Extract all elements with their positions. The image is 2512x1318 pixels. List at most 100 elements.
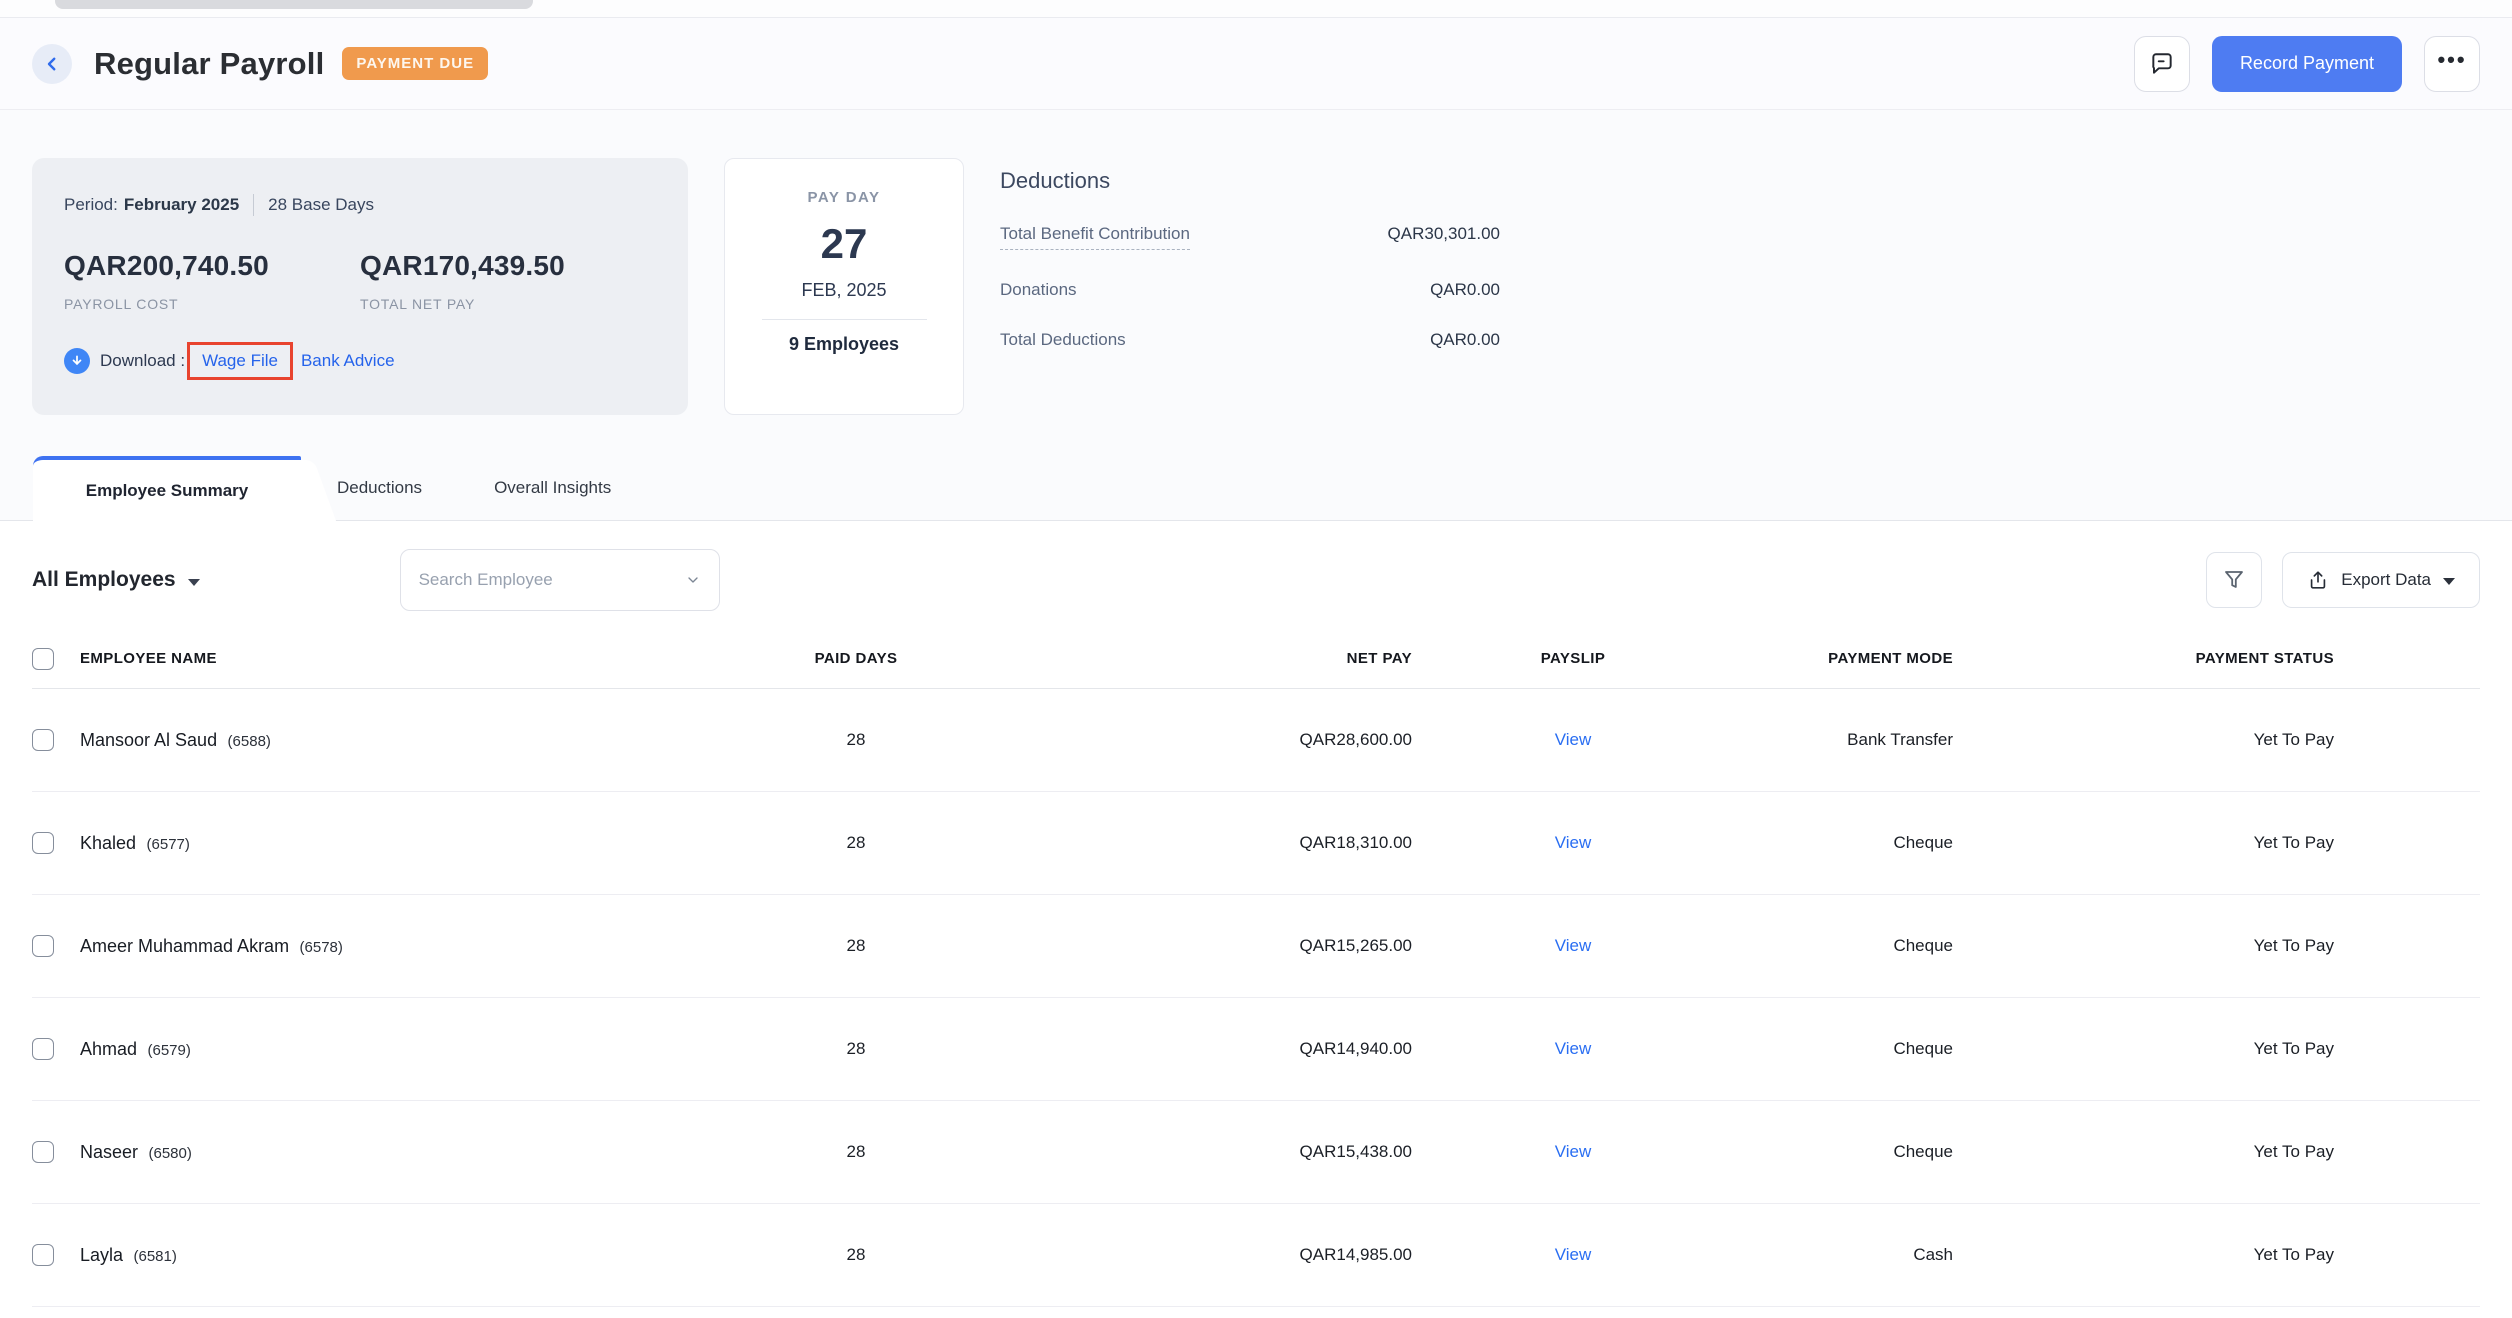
funnel-icon [2222, 568, 2246, 592]
employee-name: Mansoor Al Saud [80, 730, 217, 750]
payment-mode-cell: Cheque [1734, 1142, 1953, 1162]
more-options-button[interactable]: ••• [2424, 36, 2480, 92]
export-data-button[interactable]: Export Data [2282, 552, 2480, 608]
deductions-panel: Deductions Total Benefit Contribution QA… [1000, 158, 1500, 350]
tab-overall-insights[interactable]: Overall Insights [458, 455, 647, 520]
table-body: Mansoor Al Saud (6588) 28 QAR28,600.00 V… [32, 689, 2480, 1307]
payday-label: PAY DAY [807, 189, 880, 206]
total-net-pay-value: QAR170,439.50 [360, 250, 656, 282]
export-label: Export Data [2341, 570, 2431, 590]
period-line: Period: February 2025 28 Base Days [64, 194, 656, 216]
payment-status-cell: Yet To Pay [1953, 833, 2334, 853]
view-payslip-link[interactable]: View [1555, 936, 1592, 955]
paid-days-cell: 28 [756, 1039, 956, 1059]
employee-count: 9 Employees [789, 334, 899, 355]
bank-advice-link[interactable]: Bank Advice [301, 351, 395, 371]
back-button[interactable] [32, 44, 72, 84]
payroll-cost-value: QAR200,740.50 [64, 250, 360, 282]
table-controls: All Employees Export Data [32, 549, 2480, 611]
table-row: Khaled (6577) 28 QAR18,310.00 View Chequ… [32, 792, 2480, 895]
caret-down-icon [2443, 578, 2455, 585]
payroll-cost-block: QAR200,740.50 PAYROLL COST [64, 250, 360, 312]
tab-employee-summary[interactable]: Employee Summary [33, 456, 301, 521]
paid-days-cell: 28 [756, 730, 956, 750]
base-days: 28 Base Days [268, 195, 374, 215]
comments-button[interactable] [2134, 36, 2190, 92]
download-label: Download : [100, 351, 185, 371]
tabs-row: Employee Summary Deductions Overall Insi… [0, 455, 2512, 520]
row-checkbox[interactable] [32, 935, 54, 957]
employee-search-combobox[interactable] [400, 549, 720, 611]
deduction-row: Total Benefit Contribution QAR30,301.00 [1000, 224, 1500, 250]
total-deductions-value: QAR0.00 [1430, 330, 1500, 350]
col-employee-name: EMPLOYEE NAME [80, 650, 756, 667]
paid-days-cell: 28 [756, 1245, 956, 1265]
table-row: Layla (6581) 28 QAR14,985.00 View Cash Y… [32, 1204, 2480, 1307]
payment-status-cell: Yet To Pay [1953, 1142, 2334, 1162]
omnibox-fragment [55, 0, 533, 9]
caret-down-icon [188, 579, 200, 586]
page-title: Regular Payroll [94, 46, 324, 82]
payment-mode-cell: Cash [1734, 1245, 1953, 1265]
amounts-row: QAR200,740.50 PAYROLL COST QAR170,439.50… [64, 250, 656, 312]
tab-label: Employee Summary [86, 481, 249, 501]
tab-label: Overall Insights [494, 478, 611, 498]
net-pay-cell: QAR15,265.00 [956, 936, 1412, 956]
payday-month-year: FEB, 2025 [801, 280, 886, 301]
view-payslip-link[interactable]: View [1555, 1142, 1592, 1161]
filter-button[interactable] [2206, 552, 2262, 608]
table-header-row: EMPLOYEE NAME PAID DAYS NET PAY PAYSLIP … [32, 629, 2480, 689]
col-payslip: PAYSLIP [1412, 650, 1734, 667]
period-summary-card: Period: February 2025 28 Base Days QAR20… [32, 158, 688, 415]
payment-mode-cell: Cheque [1734, 936, 1953, 956]
annotation-box: Wage File [187, 342, 293, 380]
payment-mode-cell: Cheque [1734, 1039, 1953, 1059]
payroll-cost-label: PAYROLL COST [64, 296, 360, 312]
view-payslip-link[interactable]: View [1555, 1245, 1592, 1264]
employee-name: Naseer [80, 1142, 138, 1162]
payment-status-cell: Yet To Pay [1953, 936, 2334, 956]
net-pay-cell: QAR14,985.00 [956, 1245, 1412, 1265]
browser-strip [0, 0, 2512, 18]
employee-name: Ameer Muhammad Akram [80, 936, 289, 956]
view-payslip-link[interactable]: View [1555, 730, 1592, 749]
paid-days-cell: 28 [756, 833, 956, 853]
table-row: Ahmad (6579) 28 QAR14,940.00 View Cheque… [32, 998, 2480, 1101]
divider [253, 194, 254, 216]
search-input[interactable] [419, 570, 685, 590]
row-checkbox[interactable] [32, 1141, 54, 1163]
deductions-title: Deductions [1000, 168, 1500, 194]
table-row: Ameer Muhammad Akram (6578) 28 QAR15,265… [32, 895, 2480, 998]
col-paid-days: PAID DAYS [756, 650, 956, 667]
payment-status-cell: Yet To Pay [1953, 730, 2334, 750]
table-row: Naseer (6580) 28 QAR15,438.00 View Chequ… [32, 1101, 2480, 1204]
chevron-left-icon [43, 55, 61, 73]
table-row: Mansoor Al Saud (6588) 28 QAR28,600.00 V… [32, 689, 2480, 792]
total-net-pay-label: TOTAL NET PAY [360, 296, 656, 312]
row-checkbox[interactable] [32, 1038, 54, 1060]
net-pay-cell: QAR28,600.00 [956, 730, 1412, 750]
row-checkbox[interactable] [32, 1244, 54, 1266]
payday-card: PAY DAY 27 FEB, 2025 9 Employees [724, 158, 964, 415]
row-checkbox[interactable] [32, 832, 54, 854]
col-payment-mode: PAYMENT MODE [1734, 650, 1953, 667]
donations-label: Donations [1000, 280, 1077, 300]
select-all-checkbox[interactable] [32, 648, 54, 670]
employee-id: (6577) [147, 836, 190, 853]
deduction-row: Donations QAR0.00 [1000, 280, 1500, 300]
row-checkbox[interactable] [32, 729, 54, 751]
total-benefit-contribution-label[interactable]: Total Benefit Contribution [1000, 224, 1190, 250]
status-badge: PAYMENT DUE [342, 47, 488, 80]
total-net-pay-block: QAR170,439.50 TOTAL NET PAY [360, 250, 656, 312]
employee-table: EMPLOYEE NAME PAID DAYS NET PAY PAYSLIP … [32, 629, 2480, 1307]
payday-day: 27 [821, 220, 868, 268]
wage-file-link[interactable]: Wage File [202, 351, 278, 370]
period-value: February 2025 [124, 195, 239, 215]
ellipsis-icon: ••• [2437, 49, 2466, 79]
view-payslip-link[interactable]: View [1555, 833, 1592, 852]
payment-status-cell: Yet To Pay [1953, 1039, 2334, 1059]
total-benefit-contribution-value: QAR30,301.00 [1388, 224, 1500, 244]
record-payment-button[interactable]: Record Payment [2212, 36, 2402, 92]
employee-filter-dropdown[interactable]: All Employees [32, 568, 200, 592]
view-payslip-link[interactable]: View [1555, 1039, 1592, 1058]
